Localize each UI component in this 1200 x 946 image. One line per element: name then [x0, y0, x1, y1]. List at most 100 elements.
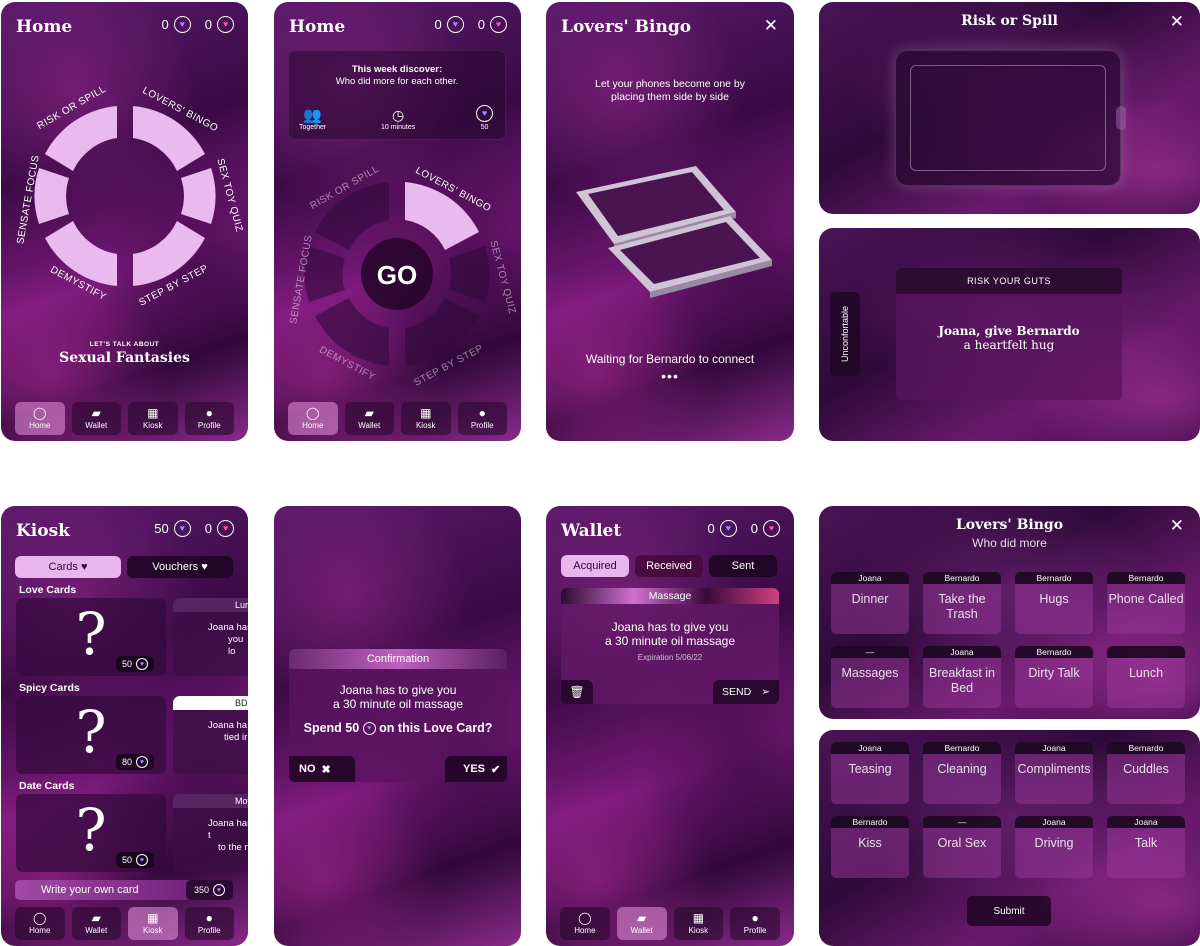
wheel-segment-sensate[interactable] — [34, 168, 69, 224]
tab-cards[interactable]: Cards ♥ — [15, 556, 121, 578]
yes-button[interactable]: YES ✔ — [445, 756, 507, 782]
bingo-card[interactable]: Joana Talk — [1107, 816, 1185, 878]
wheel-segment-quiz[interactable] — [181, 168, 216, 224]
unconfortable-label: Unconfortable — [840, 305, 851, 363]
date-card-preview[interactable]: Mov Joana has tto the n — [173, 794, 248, 872]
submit-button[interactable]: Submit — [967, 896, 1051, 926]
risk-or-spill-screen: Risk or Spill ✕ — [819, 2, 1200, 214]
phone-outline — [895, 50, 1121, 186]
nav-wallet[interactable]: ▰ Wallet — [344, 402, 394, 435]
close-icon[interactable]: ✕ — [1170, 516, 1184, 536]
write-own-card-price: 350 ♥ — [185, 880, 233, 900]
nav-kiosk[interactable]: ▦ Kiosk — [401, 402, 451, 435]
spend-suffix: on this Love Card? — [379, 721, 493, 735]
spicy-card-preview[interactable]: BDS Joana hatied ir — [173, 696, 248, 774]
bingo-card[interactable]: — Massages — [831, 646, 909, 708]
gem-icon: ♥ — [476, 105, 493, 122]
tab-sent[interactable]: Sent — [709, 555, 777, 577]
game-wheel[interactable]: GO RISK OR SPILL LOVERS' BINGO SEX TOY Q… — [274, 162, 521, 392]
delete-button[interactable]: 🗑 — [561, 680, 593, 704]
gem-icon: ♥ — [136, 658, 148, 670]
nav-wallet[interactable]: ▰ Wallet — [71, 907, 121, 940]
nav-profile[interactable]: ● Profile — [184, 907, 234, 940]
bingo-connect-screen: Lovers' Bingo ✕ Let your phones become o… — [546, 2, 794, 441]
risk-card-line-2: a heartfelt hug — [963, 338, 1055, 352]
unconfortable-button[interactable]: Unconfortable — [830, 292, 860, 376]
bingo-card[interactable]: Bernardo Hugs — [1015, 572, 1093, 634]
home-wheel-screen: Home 0 ♥ 0 ♥ RISK OR SPILL LOVERS' BINGO S… — [1, 2, 248, 441]
love-card-mystery[interactable]: ? 50 ♥ — [16, 598, 166, 676]
preview-tag: Lur — [173, 598, 248, 612]
nav-wallet[interactable]: ▰ Wallet — [71, 402, 121, 435]
bingo-card[interactable]: Joana Compliments — [1015, 742, 1093, 804]
bingo-card-label: Dinner — [851, 592, 889, 606]
tab-acquired[interactable]: Acquired — [561, 555, 629, 577]
preview-tag: BDS — [173, 696, 248, 710]
bingo-card-label: Cleaning — [937, 762, 987, 776]
tab-cards-label: Cards — [48, 561, 78, 573]
page-title: Lovers' Bingo — [955, 517, 1064, 533]
risk-card-screen: Unconfortable RISK YOUR GUTS Joana, give… — [819, 228, 1200, 441]
gem-icon: ♥ — [446, 16, 464, 33]
voucher-expiration: Expiration 5/06/22 — [637, 653, 703, 662]
nav-kiosk[interactable]: ▦ Kiosk — [673, 907, 724, 940]
go-label: GO — [377, 260, 417, 290]
nav-wallet[interactable]: ▰ Wallet — [616, 907, 667, 940]
bingo-card[interactable]: Bernardo Phone Called — [1107, 572, 1185, 634]
love-card-preview[interactable]: Lur Joana has you lo — [173, 598, 248, 676]
bingo-card-tag: Bernardo — [1107, 742, 1185, 754]
nav-profile[interactable]: ● Profile — [730, 907, 780, 940]
bingo-card[interactable]: — Oral Sex — [923, 816, 1001, 878]
tab-received[interactable]: Received — [635, 555, 703, 577]
voucher-line-1: Joana has to give you — [611, 620, 729, 634]
gem-count: 0 — [434, 17, 442, 32]
price-value: 350 — [193, 885, 209, 895]
no-button[interactable]: NO ✖ — [289, 756, 355, 782]
send-button[interactable]: SEND ➢ — [713, 680, 779, 704]
bingo-card[interactable]: Lunch — [1107, 646, 1185, 708]
topic-title: Sexual Fantasies — [59, 350, 190, 366]
bingo-card[interactable]: Bernardo Kiss — [831, 816, 909, 878]
duration-label: 10 minutes — [381, 124, 416, 131]
nav-home-label: Home — [29, 421, 51, 430]
nav-home[interactable]: ◯ Home — [15, 907, 65, 940]
nav-home[interactable]: ◯ Home — [560, 907, 610, 940]
write-own-card-button[interactable]: Write your own card 350 ♥ — [15, 880, 233, 900]
weekly-discover-card[interactable]: This week discover: Who did more for eac… — [288, 50, 506, 140]
bingo-card[interactable]: Bernardo Take the Trash — [923, 572, 1001, 634]
close-icon[interactable]: ✕ — [1170, 12, 1184, 32]
bingo-card-tag: Joana — [831, 572, 909, 584]
profile-icon: ● — [205, 911, 213, 925]
bingo-card[interactable]: Joana Teasing — [831, 742, 909, 804]
nav-kiosk[interactable]: ▦ Kiosk — [128, 907, 178, 940]
bingo-card[interactable]: Joana Breakfast in Bed — [923, 646, 1001, 708]
send-label: SEND — [722, 686, 752, 698]
bingo-card[interactable]: Bernardo Cuddles — [1107, 742, 1185, 804]
spicy-card-mystery[interactable]: ? 80 ♥ — [16, 696, 166, 774]
nav-home[interactable]: ◯ Home — [15, 402, 65, 435]
tab-vouchers[interactable]: Vouchers ♥ — [127, 556, 233, 578]
nav-profile[interactable]: ● Profile — [457, 402, 507, 435]
nav-kiosk[interactable]: ▦ Kiosk — [128, 402, 178, 435]
bingo-card[interactable]: Joana Driving — [1015, 816, 1093, 878]
bingo-card[interactable]: Bernardo Cleaning — [923, 742, 1001, 804]
bingo-card[interactable]: Joana Dinner — [831, 572, 909, 634]
nav-home[interactable]: ◯ Home — [288, 402, 338, 435]
heart-icon: ♥ — [80, 561, 88, 573]
bingo-card-label: Cuddles — [1123, 762, 1169, 776]
wallet-screen: Wallet 0 ♥ 0 ♥ Acquired Received Sent Mass… — [546, 506, 794, 946]
nav-profile[interactable]: ● Profile — [184, 402, 234, 435]
dialog-line-1: Joana has to give you — [339, 683, 457, 697]
game-wheel[interactable]: RISK OR SPILL LOVERS' BINGO SEX TOY QUIZ… — [1, 72, 248, 322]
bingo-card-tag: — — [923, 816, 1001, 828]
voucher-card[interactable]: Massage Joana has to give you a 30 minut… — [561, 588, 779, 704]
close-icon[interactable]: ✕ — [764, 16, 778, 36]
bingo-card-label: Lunch — [1128, 666, 1164, 680]
preview-text: tied ir — [224, 732, 248, 743]
bingo-card[interactable]: Bernardo Dirty Talk — [1015, 646, 1093, 708]
date-card-mystery[interactable]: ? 50 ♥ — [16, 794, 166, 872]
nav-home-label: Home — [29, 926, 51, 935]
wallet-icon: ▰ — [91, 406, 101, 420]
bingo-card-tag: Bernardo — [923, 742, 1001, 754]
wheel-segment-quiz[interactable] — [449, 246, 490, 302]
